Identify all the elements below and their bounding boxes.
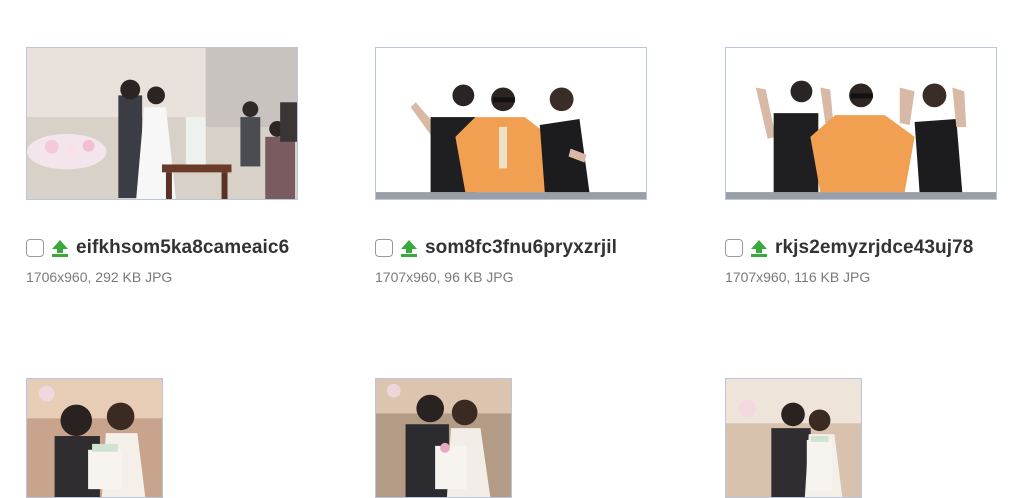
checkbox-icon[interactable]: [26, 239, 44, 257]
upload-arrow-icon: [749, 238, 769, 258]
file-meta-row: eifkhsom5ka8cameaic6: [26, 237, 289, 259]
file-meta-row: som8fc3fnu6pryxzrjil: [375, 237, 617, 259]
thumbnail-couple-cake[interactable]: [26, 378, 163, 498]
checkbox-icon[interactable]: [375, 239, 393, 257]
file-meta-row: rkjs2emyzrjdce43uj78: [725, 237, 973, 259]
upload-arrow-icon: [50, 238, 70, 258]
file-name[interactable]: rkjs2emyzrjdce43uj78: [775, 237, 973, 259]
file-name[interactable]: som8fc3fnu6pryxzrjil: [425, 237, 617, 259]
thumbnail-dancers-arms-up[interactable]: [725, 47, 997, 200]
thumbnail-dancers[interactable]: [375, 47, 647, 200]
file-name[interactable]: eifkhsom5ka8cameaic6: [76, 237, 289, 259]
file-details: 1706x960, 292 KB JPG: [26, 269, 173, 285]
upload-arrow-icon: [399, 238, 419, 258]
thumbnail-couple-cake[interactable]: [375, 378, 512, 498]
thumbnail-couple-cake[interactable]: [725, 378, 862, 498]
file-details: 1707x960, 96 KB JPG: [375, 269, 514, 285]
checkbox-icon[interactable]: [725, 239, 743, 257]
thumbnail-wedding-cake[interactable]: [26, 47, 298, 200]
file-details: 1707x960, 116 KB JPG: [725, 269, 871, 285]
